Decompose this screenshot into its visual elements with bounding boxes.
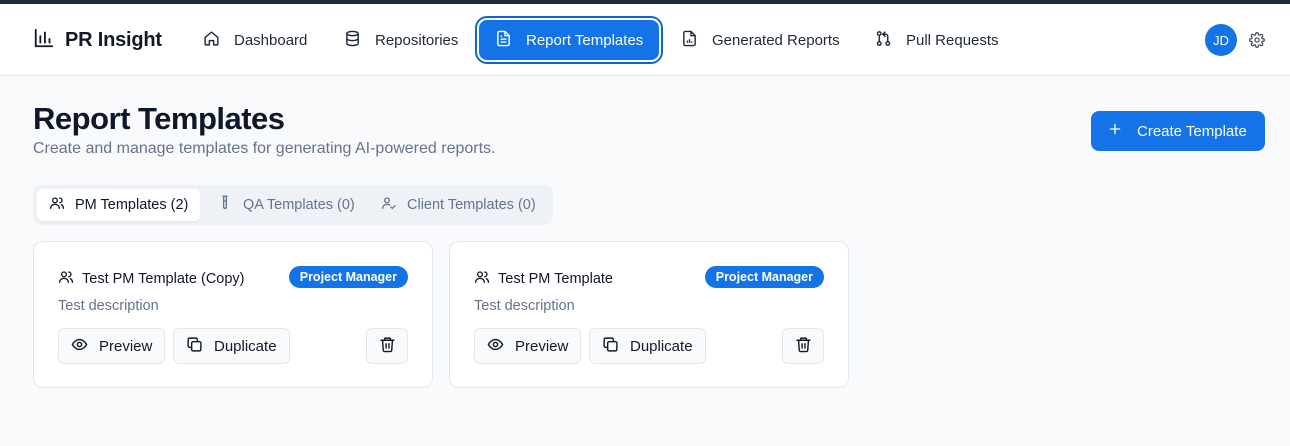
template-name: Test PM Template — [498, 271, 613, 287]
eye-icon — [487, 336, 504, 357]
nav-report-templates-label: Report Templates — [526, 31, 644, 49]
test-tube-icon — [217, 195, 233, 215]
page-title: Report Templates — [33, 101, 285, 136]
tab-pm-templates-label: PM Templates (2) — [75, 197, 189, 213]
copy-icon — [186, 336, 203, 357]
template-card: Test PM Template (Copy) Project Manager … — [33, 241, 433, 388]
users-icon — [474, 269, 490, 289]
nav-dashboard[interactable]: Dashboard — [187, 20, 323, 60]
users-icon — [49, 195, 65, 215]
nav-pull-requests[interactable]: Pull Requests — [859, 20, 1015, 60]
preview-label: Preview — [99, 337, 153, 355]
file-chart-icon — [681, 30, 698, 51]
nav-repositories[interactable]: Repositories — [328, 20, 474, 60]
duplicate-label: Duplicate — [214, 337, 277, 355]
nav-report-templates[interactable]: Report Templates — [479, 20, 660, 60]
database-icon — [344, 30, 361, 51]
plus-icon — [1107, 121, 1123, 141]
duplicate-button[interactable]: Duplicate — [173, 328, 290, 364]
preview-label: Preview — [515, 337, 569, 355]
home-icon — [203, 30, 220, 51]
template-card-title: Test PM Template — [474, 269, 613, 289]
nav-generated-reports[interactable]: Generated Reports — [665, 20, 856, 60]
role-badge: Project Manager — [288, 266, 408, 288]
create-template-label: Create Template — [1137, 122, 1247, 140]
tab-pm-templates[interactable]: PM Templates (2) — [37, 189, 201, 221]
users-icon — [58, 269, 74, 289]
tab-qa-templates-label: QA Templates (0) — [243, 197, 355, 213]
trash-icon — [795, 336, 812, 357]
trash-icon — [379, 336, 396, 357]
user-check-icon — [381, 195, 397, 215]
copy-icon — [602, 336, 619, 357]
settings-gear-icon[interactable] — [1249, 32, 1265, 48]
file-text-icon — [495, 30, 512, 51]
duplicate-button[interactable]: Duplicate — [589, 328, 706, 364]
template-name: Test PM Template (Copy) — [82, 271, 245, 287]
nav-repositories-label: Repositories — [375, 31, 459, 49]
preview-button[interactable]: Preview — [58, 328, 166, 364]
preview-button[interactable]: Preview — [474, 328, 582, 364]
brand[interactable]: PR Insight — [33, 27, 162, 54]
delete-button[interactable] — [782, 328, 824, 364]
page-subtitle: Create and manage templates for generati… — [33, 140, 496, 157]
duplicate-label: Duplicate — [630, 337, 693, 355]
bar-chart-icon — [33, 27, 55, 54]
eye-icon — [71, 336, 88, 357]
user-avatar[interactable]: JD — [1205, 24, 1237, 56]
delete-button[interactable] — [366, 328, 408, 364]
app-name: PR Insight — [65, 29, 162, 51]
nav-generated-reports-label: Generated Reports — [712, 31, 840, 49]
template-description: Test description — [58, 298, 159, 314]
tab-qa-templates[interactable]: QA Templates (0) — [205, 189, 367, 221]
create-template-button[interactable]: Create Template — [1091, 111, 1265, 151]
git-pull-request-icon — [875, 30, 892, 51]
template-card-title: Test PM Template (Copy) — [58, 269, 245, 289]
role-badge: Project Manager — [704, 266, 824, 288]
nav-pull-requests-label: Pull Requests — [906, 31, 999, 49]
template-description: Test description — [474, 298, 575, 314]
template-card: Test PM Template Project Manager Test de… — [449, 241, 849, 388]
tab-client-templates-label: Client Templates (0) — [407, 197, 536, 213]
template-type-tabs: PM Templates (2) QA Templates (0) Client… — [33, 185, 553, 225]
nav-dashboard-label: Dashboard — [234, 31, 308, 49]
tab-client-templates[interactable]: Client Templates (0) — [369, 189, 548, 221]
top-navigation: PR Insight Dashboard Repositories Report… — [0, 4, 1290, 76]
